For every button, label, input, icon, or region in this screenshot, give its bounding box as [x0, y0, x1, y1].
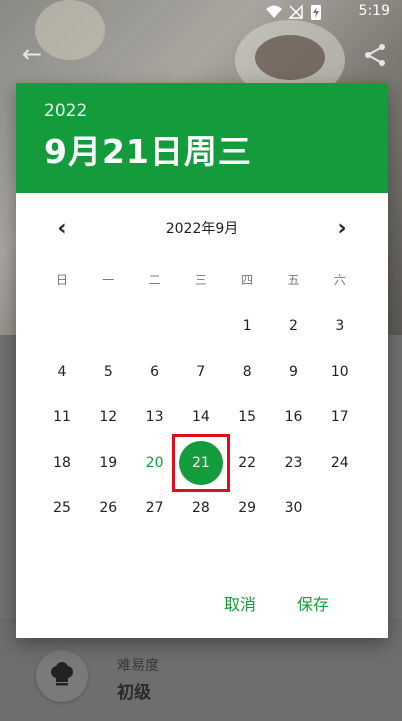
calendar-day[interactable]: 2: [271, 303, 317, 349]
calendar-day[interactable]: 28: [178, 485, 224, 531]
weekday-header-row: 日一二三四五六: [39, 271, 387, 291]
weekday-label: 五: [287, 273, 300, 287]
calendar-day[interactable]: 16: [271, 394, 317, 440]
calendar-day[interactable]: 7: [178, 349, 224, 395]
calendar-day[interactable]: 25: [39, 485, 85, 531]
calendar-grid: 1 2 3 4 5 6 7 8 9 10 11 12 13 14 15 16 17 18 19 20 21 22 23 24 2…: [39, 303, 387, 543]
calendar-day[interactable]: 22: [224, 440, 270, 486]
calendar-day[interactable]: 4: [39, 349, 85, 395]
weekday-label: 日: [55, 273, 68, 287]
calendar-day[interactable]: 12: [85, 394, 131, 440]
calendar-day[interactable]: 20: [132, 440, 178, 486]
header-selected-date[interactable]: 9月21日周三: [44, 125, 252, 173]
cancel-button[interactable]: 取消: [218, 588, 262, 622]
cover-cup-coffee: [255, 35, 325, 80]
difficulty-value: 初级: [117, 683, 151, 703]
calendar-day[interactable]: 11: [39, 394, 85, 440]
calendar-day[interactable]: 15: [224, 394, 270, 440]
status-icons: [266, 4, 321, 20]
calendar-day[interactable]: 3: [317, 303, 363, 349]
chevron-left-icon[interactable]: ‹: [47, 214, 77, 244]
month-title: 2022年9月: [165, 221, 239, 237]
date-picker-dialog: 2022 9月21日周三 ‹ 2022年9月 › 日一二三四五六 1234567…: [16, 83, 388, 638]
back-arrow-icon[interactable]: ←: [18, 40, 46, 68]
calendar-day[interactable]: 19: [85, 440, 131, 486]
chef-hat-icon: [36, 650, 88, 702]
calendar-day[interactable]: 30: [271, 485, 317, 531]
calendar-day[interactable]: 9: [271, 349, 317, 395]
calendar-day[interactable]: 17: [317, 394, 363, 440]
calendar-day[interactable]: 24: [317, 440, 363, 486]
status-bar: 5:19: [0, 0, 402, 24]
weekday-label: 六: [333, 273, 346, 287]
calendar-day[interactable]: 23: [271, 440, 317, 486]
calendar-day[interactable]: 1: [224, 303, 270, 349]
header-year[interactable]: 2022: [44, 101, 87, 121]
difficulty-label: 难易度: [117, 658, 159, 674]
calendar-day[interactable]: 10: [317, 349, 363, 395]
weekday-label: 二: [148, 273, 161, 287]
calendar-day[interactable]: 26: [85, 485, 131, 531]
status-time: 5:19: [358, 3, 390, 19]
calendar-day-selected[interactable]: 21: [178, 440, 224, 486]
date-picker-header: 2022 9月21日周三: [16, 83, 388, 193]
calendar-day[interactable]: 18: [39, 440, 85, 486]
calendar-day[interactable]: 29: [224, 485, 270, 531]
calendar-day[interactable]: 8: [224, 349, 270, 395]
wifi-icon: [266, 5, 282, 18]
weekday-label: 一: [102, 273, 115, 287]
chevron-right-icon[interactable]: ›: [327, 214, 357, 244]
calendar-day[interactable]: 13: [132, 394, 178, 440]
calendar-day[interactable]: 5: [85, 349, 131, 395]
weekday-label: 四: [241, 273, 254, 287]
share-icon[interactable]: [362, 42, 388, 68]
calendar-day[interactable]: 27: [132, 485, 178, 531]
save-button[interactable]: 保存: [291, 588, 335, 622]
calendar-day[interactable]: 6: [132, 349, 178, 395]
weekday-label: 三: [194, 273, 207, 287]
